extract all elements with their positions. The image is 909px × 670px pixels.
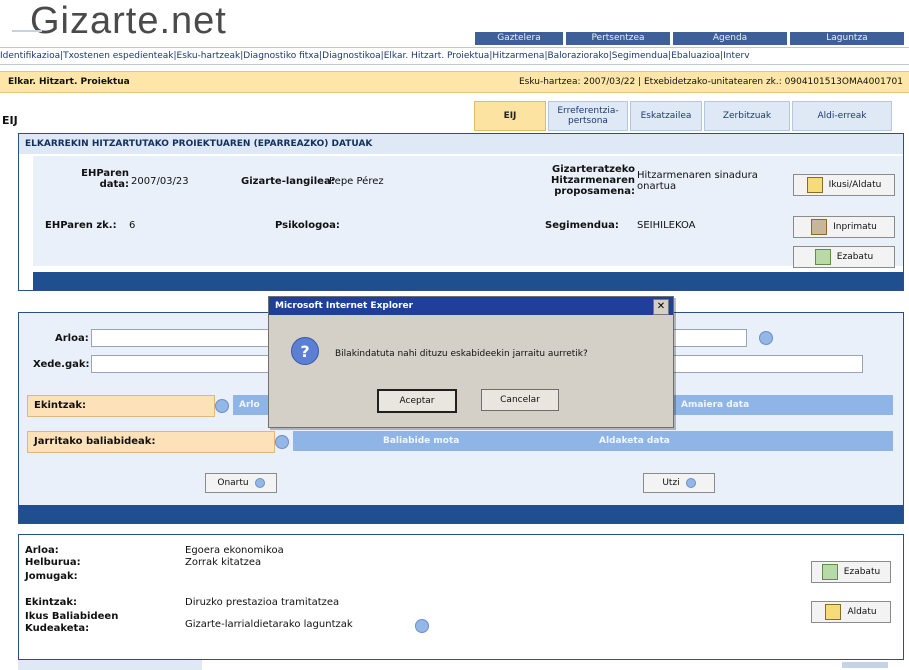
goals-label: Xede.gak:: [33, 359, 90, 370]
app-logo: Gizarte.net: [30, 0, 227, 42]
worker-label: Gizarte-langilea:: [241, 176, 335, 187]
summary-edit-label: Aldatu: [847, 607, 877, 617]
dialog-message: Bilakindatuta nahi dituzu eskabideekin j…: [335, 349, 588, 359]
add-action-icon[interactable]: [215, 399, 229, 413]
info-icon[interactable]: [415, 619, 429, 633]
resources-col-date: Aldaketa data: [599, 436, 670, 446]
dialog-cancel-button[interactable]: Cancelar: [481, 389, 559, 411]
delete-icon: [814, 249, 831, 265]
document-icon: [825, 604, 842, 620]
confirm-dialog: Microsoft Internet Explorer ✕ ? Bilakind…: [268, 296, 674, 428]
menu-gaztelera[interactable]: Gaztelera: [475, 32, 563, 45]
actions-col-end-date: Amaiera data: [681, 400, 750, 410]
tab-eij[interactable]: EIJ: [474, 101, 546, 131]
psych-label: Psikologoa:: [275, 220, 340, 231]
ehp-num-label: EHParen zk.:: [45, 220, 117, 231]
close-icon[interactable]: ✕: [653, 299, 669, 315]
save-label: Onartu: [217, 478, 249, 488]
printer-icon: [811, 219, 828, 235]
print-button[interactable]: Inprimatu: [793, 216, 895, 238]
followup-label: Segimendua:: [545, 220, 619, 231]
followup-value: SEIHILEKOA: [637, 220, 696, 231]
actions-label: Ekintzak:: [27, 395, 215, 417]
ehp-date-label: EHParen data:: [81, 168, 129, 190]
cancel-label: Utzi: [662, 478, 680, 488]
question-icon: ?: [291, 337, 319, 365]
summary-resources-label: Ikus Baliabideen Kudeaketa:: [25, 611, 119, 634]
delete-icon: [821, 564, 838, 580]
context-details: Esku-hartzea: 2007/03/22 | Etxebidetzako…: [518, 77, 903, 87]
panel-footer-bar: [33, 272, 903, 290]
summary-targets-label: Jomugak:: [25, 571, 78, 582]
resources-header: Baliabide mota Aldaketa data: [293, 431, 893, 451]
tab-zerbitzuak[interactable]: Zerbitzuak: [704, 101, 790, 131]
resources-col-type: Baliabide mota: [383, 436, 460, 446]
project-data-panel: ELKARREKIN HITZARTUTAKO PROIEKTUAREN (EP…: [18, 133, 904, 291]
panel-title: ELKARREKIN HITZARTUTAKO PROIEKTUAREN (EP…: [19, 134, 903, 154]
panel-footer-bar: [19, 505, 903, 523]
menu-laguntza[interactable]: Laguntza: [790, 32, 904, 45]
proposal-value: Hitzarmenaren sinadura onartua: [637, 170, 758, 192]
ehp-num-value: 6: [129, 220, 136, 231]
section-nav[interactable]: Identifikazioa|Txostenen espedienteak|Es…: [0, 47, 909, 65]
menu-pertsentzea[interactable]: Pertsentzea: [566, 32, 670, 45]
proposal-label: Gizarteratzeko Hitzarmenaren proposamena…: [551, 164, 635, 197]
ehp-date-value: 2007/03/23: [131, 176, 189, 187]
edit-project-button[interactable]: Ikusi/Aldatu: [793, 174, 895, 196]
add-resource-icon[interactable]: [275, 435, 289, 449]
summary-goal-label: Helburua:: [25, 557, 81, 568]
summary-area-label: Arloa:: [25, 545, 59, 556]
summary-area-value: Egoera ekonomikoa: [185, 545, 284, 556]
delete-project-label: Ezabatu: [836, 252, 874, 262]
dialog-ok-button[interactable]: Aceptar: [377, 389, 457, 413]
edit-project-label: Ikusi/Aldatu: [828, 180, 882, 190]
summary-actions-label: Ekintzak:: [25, 597, 78, 608]
context-title: Elkar. Hitzart. Proiektua: [8, 77, 130, 87]
cancel-button[interactable]: Utzi: [643, 473, 715, 493]
dialog-title: Microsoft Internet Explorer: [269, 297, 673, 315]
footer-icons: [842, 662, 888, 668]
info-icon[interactable]: [759, 331, 773, 345]
action-summary: Arloa: Egoera ekonomikoa Helburua: Zorra…: [18, 534, 904, 660]
print-label: Inprimatu: [833, 222, 877, 232]
area-label: Arloa:: [55, 333, 89, 344]
menu-agenda[interactable]: Agenda: [673, 32, 787, 45]
arrow-icon: [685, 478, 696, 488]
actions-col-area: Arlo: [239, 400, 260, 410]
resources-label: Jarritako baliabideak:: [27, 431, 275, 453]
tab-aldi-erreak[interactable]: Aldi-erreak: [792, 101, 892, 131]
tab-eskatzailea[interactable]: Eskatzailea: [630, 101, 702, 131]
delete-project-button[interactable]: Ezabatu: [793, 246, 895, 268]
summary-resources-value: Gizarte-larrialdietarako laguntzak: [185, 619, 353, 630]
summary-actions-value: Diruzko prestazioa tramitatzea: [185, 597, 340, 608]
tab-erreferentzia[interactable]: Erreferentzia-pertsona: [548, 101, 628, 131]
summary-goal-value: Zorrak kitatzea: [185, 557, 262, 568]
summary-delete-label: Ezabatu: [843, 567, 881, 577]
summary-delete-button[interactable]: Ezabatu: [811, 561, 891, 583]
worker-value: Pepe Pérez: [329, 176, 384, 187]
save-button[interactable]: Onartu: [205, 473, 277, 493]
document-icon: [806, 177, 823, 193]
page-label: EIJ: [2, 114, 18, 127]
logo-decoration: [12, 30, 42, 32]
arrow-icon: [254, 478, 265, 488]
summary-edit-button[interactable]: Aldatu: [811, 601, 891, 623]
context-bar: Elkar. Hitzart. Proiektua Esku-hartzea: …: [0, 71, 909, 93]
footer-strip: [18, 660, 202, 670]
